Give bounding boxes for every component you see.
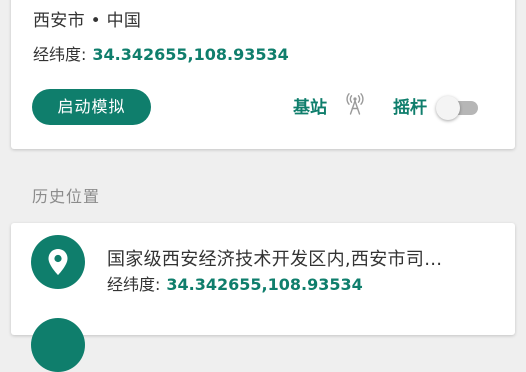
start-simulation-button[interactable]: 启动模拟 [32,89,151,125]
joystick-toggle[interactable] [434,94,480,122]
coord-value: 34.342655,108.93534 [166,275,363,294]
location-pin-icon [31,235,85,289]
current-location-card: 西安市 • 中国 经纬度: 34.342655,108.93534 启动模拟 基站… [11,0,515,149]
joystick-label: 摇杆 [393,98,427,118]
history-section-title: 历史位置 [32,187,101,206]
base-station-label[interactable]: 基站 [293,93,327,118]
cell-tower-icon[interactable] [343,92,367,116]
coord-label: 经纬度: [33,45,87,64]
current-location-name: 西安市 • 中国 [33,11,142,31]
location-pin-icon [31,318,85,372]
history-item-coordinates: 经纬度: 34.342655,108.93534 [107,271,363,295]
toggle-thumb [436,96,460,120]
coord-label: 经纬度: [107,275,161,294]
history-list: 国家级西安经济技术开发区内,西安市司… 经纬度: 34.342655,108.93… [11,223,515,372]
history-item-name: 国家级西安经济技术开发区内,西安市司… [107,249,443,270]
coord-value: 34.342655,108.93534 [92,45,289,64]
current-coordinates: 经纬度: 34.342655,108.93534 [33,41,289,65]
